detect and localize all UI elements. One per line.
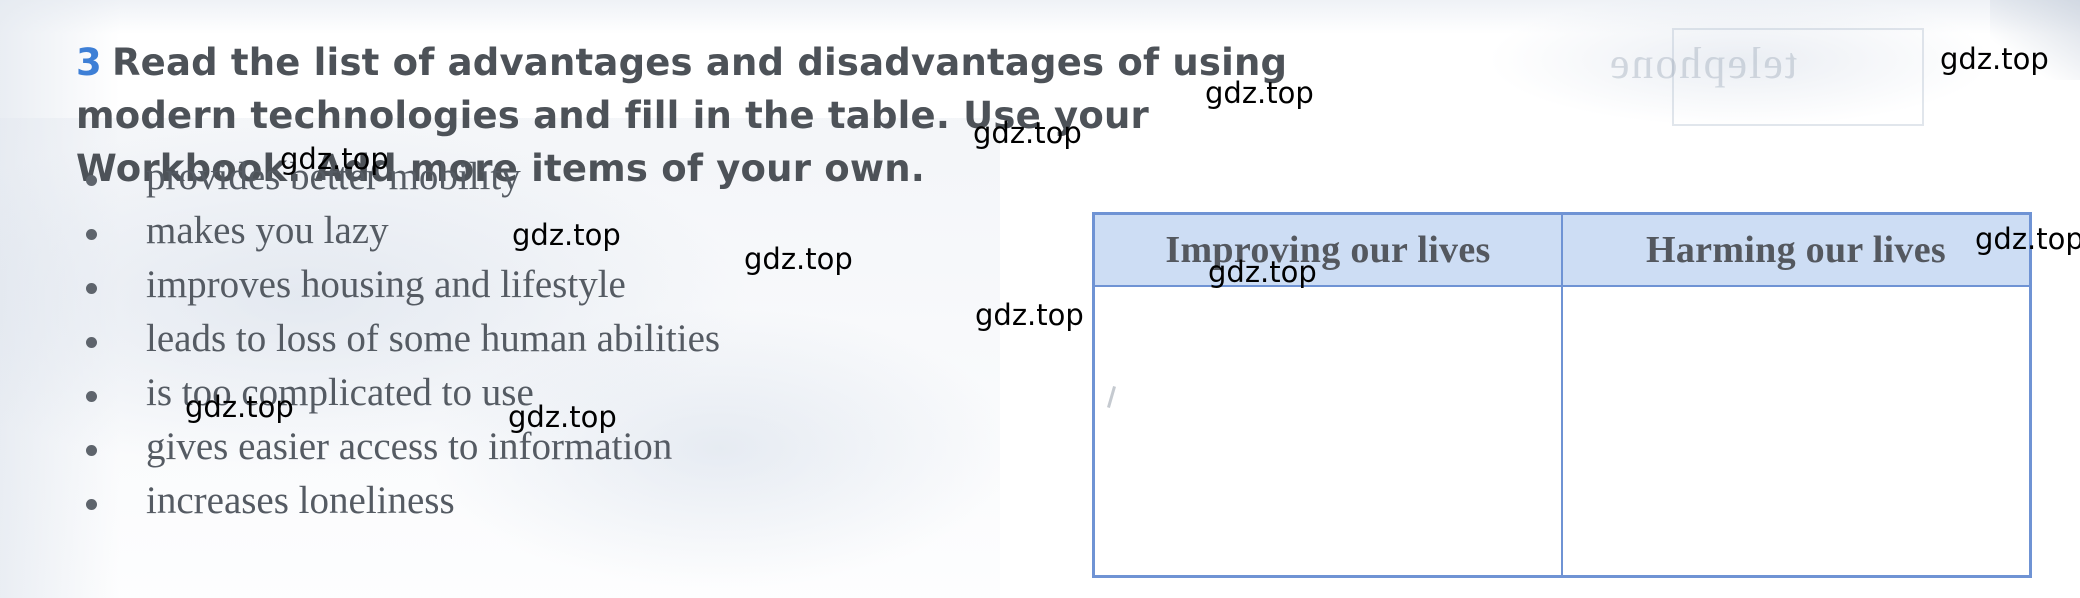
site-watermark: gdz.top bbox=[185, 390, 294, 424]
site-watermark: gdz.top bbox=[508, 400, 617, 434]
lives-table-body bbox=[1092, 285, 2032, 578]
exercise-number: 3 bbox=[76, 41, 102, 84]
column-header-harming: Harming our lives bbox=[1561, 212, 2032, 287]
site-watermark: gdz.top bbox=[512, 218, 621, 252]
site-watermark: gdz.top bbox=[1208, 255, 1317, 289]
column-header-improving: Improving our lives bbox=[1092, 212, 1563, 287]
list-item-label: increases loneliness bbox=[146, 479, 455, 522]
site-watermark: gdz.top bbox=[975, 298, 1084, 332]
table-row bbox=[1092, 285, 2032, 578]
list-item-label: improves housing and lifestyle bbox=[146, 263, 626, 306]
showthrough-box bbox=[1672, 28, 1924, 126]
list-item: leads to loss of some human abilities bbox=[76, 312, 976, 366]
answer-cell-harming-content bbox=[1564, 288, 2028, 574]
page-canvas: telephone 3 Read the list of advantages a… bbox=[0, 0, 2080, 598]
site-watermark: gdz.top bbox=[1205, 76, 1314, 110]
answer-cell-improving[interactable] bbox=[1092, 285, 1563, 578]
list-item: increases loneliness bbox=[76, 474, 976, 528]
paper-shading-top bbox=[0, 0, 2080, 34]
showthrough-text: telephone bbox=[1608, 39, 1798, 88]
list-item-label: makes you lazy bbox=[146, 209, 389, 252]
list-item-label: leads to loss of some human abilities bbox=[146, 317, 721, 360]
site-watermark: gdz.top bbox=[280, 142, 389, 176]
site-watermark: gdz.top bbox=[1975, 222, 2080, 256]
advantages-disadvantages-list: provides better mobility makes you lazy … bbox=[76, 150, 976, 528]
site-watermark: gdz.top bbox=[744, 242, 853, 276]
answer-cell-improving-content bbox=[1096, 288, 1560, 574]
answer-cell-harming[interactable] bbox=[1561, 285, 2032, 578]
site-watermark: gdz.top bbox=[1940, 42, 2049, 76]
list-item: provides better mobility bbox=[76, 150, 976, 204]
site-watermark: gdz.top bbox=[973, 116, 1082, 150]
